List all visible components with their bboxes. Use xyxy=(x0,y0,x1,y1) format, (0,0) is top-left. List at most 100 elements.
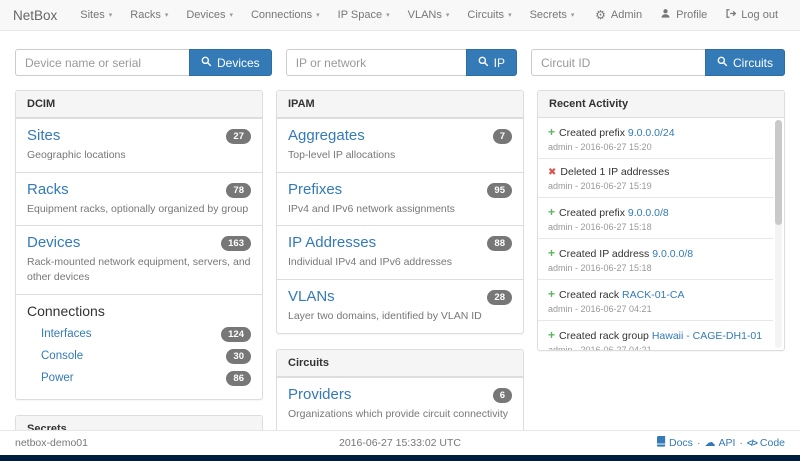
item-description: Layer two domains, identified by VLAN ID xyxy=(288,309,512,324)
circuit-search-input[interactable] xyxy=(531,49,705,76)
activity-text: ✖ Deleted 1 IP addresses xyxy=(548,166,769,178)
nav-item-logout[interactable]: Log out xyxy=(716,8,787,22)
nav-item-racks[interactable]: Racks ▾ xyxy=(121,9,177,21)
footer-link-label: API xyxy=(718,437,735,449)
code-link[interactable]: </> Code xyxy=(747,437,785,449)
nav-item-connections[interactable]: Connections ▾ xyxy=(242,9,329,21)
panel-title: DCIM xyxy=(16,91,262,118)
user-icon xyxy=(660,8,671,22)
panel-title: Recent Activity xyxy=(538,91,784,118)
ip-search-input[interactable] xyxy=(286,49,466,76)
panel-title: IPAM xyxy=(277,91,523,118)
devices-link[interactable]: Devices xyxy=(27,234,80,251)
activity-meta: admin - 2016-06-27 04:21 xyxy=(548,345,769,350)
search-ip-button[interactable]: IP xyxy=(466,49,517,76)
chevron-down-icon: ▾ xyxy=(316,11,320,19)
activity-scrollbar[interactable] xyxy=(775,120,782,348)
activity-meta: admin - 2016-06-27 15:18 xyxy=(548,263,769,273)
search-devices-button[interactable]: Devices xyxy=(189,49,272,76)
nav-item-secrets[interactable]: Secrets ▾ xyxy=(521,9,584,21)
activity-object-link[interactable]: RACK-01-CA xyxy=(622,289,684,301)
list-item-vlans: 28 VLANs Layer two domains, identified b… xyxy=(277,279,523,333)
plus-icon: + xyxy=(548,246,555,260)
prefixes-link[interactable]: Prefixes xyxy=(288,181,342,198)
list-item-aggregates: 7 Aggregates Top-level IP allocations xyxy=(277,118,523,172)
nav-item-admin[interactable]: ⚙ Admin xyxy=(586,9,651,21)
footer-hostname: netbox-demo01 xyxy=(15,437,88,449)
interfaces-link[interactable]: Interfaces xyxy=(41,328,92,340)
list-item-sites: 27 Sites Geographic locations xyxy=(16,118,262,172)
item-description: Rack-mounted network equipment, servers,… xyxy=(27,255,251,284)
search-icon xyxy=(201,56,212,70)
search-icon xyxy=(717,56,728,70)
delete-icon: ✖ xyxy=(548,167,556,178)
activity-text: +Created IP address 9.0.0.0/8 xyxy=(548,246,769,260)
aggregates-link[interactable]: Aggregates xyxy=(288,127,365,144)
nav-item-vlans[interactable]: VLANs ▾ xyxy=(399,9,459,21)
power-link[interactable]: Power xyxy=(41,372,74,384)
activity-object-link[interactable]: 9.0.0.0/8 xyxy=(628,207,669,219)
activity-meta: admin - 2016-06-27 15:18 xyxy=(548,222,769,232)
item-description: Individual IPv4 and IPv6 addresses xyxy=(288,255,512,270)
search-circuits-button[interactable]: Circuits xyxy=(705,49,785,76)
activity-object-link[interactable]: 9.0.0.0/8 xyxy=(652,248,693,260)
count-badge: 124 xyxy=(221,327,251,342)
chevron-down-icon: ▾ xyxy=(386,11,390,19)
chevron-down-icon: ▾ xyxy=(571,11,575,19)
nav-item-label: VLANs xyxy=(408,9,442,21)
racks-link[interactable]: Racks xyxy=(27,181,69,198)
separator-dot: · xyxy=(739,437,743,449)
activity-meta: admin - 2016-06-27 04:21 xyxy=(548,304,769,314)
activity-object-link[interactable]: Hawaii - CAGE-DH1-01 xyxy=(652,330,762,342)
footer: netbox-demo01 2016-06-27 15:33:02 UTC Do… xyxy=(0,430,800,455)
list-item-connections: Connections Interfaces 124 Console 30 Po… xyxy=(16,294,262,399)
scrollbar-thumb[interactable] xyxy=(775,120,782,225)
book-icon xyxy=(656,436,666,450)
activity-entry: +Created prefix 9.0.0.0/24 admin - 2016-… xyxy=(538,118,773,158)
ip-addresses-link[interactable]: IP Addresses xyxy=(288,234,376,251)
activity-object-link[interactable]: 9.0.0.0/24 xyxy=(628,127,675,139)
column-middle: IPAM 7 Aggregates Top-level IP allocatio… xyxy=(276,90,524,461)
providers-link[interactable]: Providers xyxy=(288,386,351,403)
activity-action: Deleted 1 IP addresses xyxy=(560,166,669,178)
api-link[interactable]: ☁ API xyxy=(704,437,735,449)
nav-item-label: Secrets xyxy=(530,9,567,21)
search-button-label: Circuits xyxy=(733,56,773,70)
navbar: NetBox Sites ▾ Racks ▾ Devices ▾ Connect… xyxy=(0,0,800,31)
brand-netbox[interactable]: NetBox xyxy=(13,8,57,23)
footer-link-label: Code xyxy=(760,437,785,449)
nav-item-label: Admin xyxy=(611,9,642,21)
count-badge: 163 xyxy=(221,236,251,251)
activity-action: Created rack group xyxy=(559,330,652,342)
count-badge: 7 xyxy=(493,129,512,144)
footer-link-label: Docs xyxy=(669,437,693,449)
separator-dot: · xyxy=(697,437,701,449)
device-search-input[interactable] xyxy=(15,49,189,76)
panel-ipam: IPAM 7 Aggregates Top-level IP allocatio… xyxy=(276,90,524,334)
nav-item-ip-space[interactable]: IP Space ▾ xyxy=(329,9,399,21)
panel-dcim: DCIM 27 Sites Geographic locations 78 Ra… xyxy=(15,90,263,400)
docs-link[interactable]: Docs xyxy=(656,436,693,450)
activity-text: +Created rack group Hawaii - CAGE-DH1-01 xyxy=(548,328,769,342)
sites-link[interactable]: Sites xyxy=(27,127,60,144)
nav-item-label: Connections xyxy=(251,9,312,21)
nav-item-circuits[interactable]: Circuits ▾ xyxy=(458,9,520,21)
console-link[interactable]: Console xyxy=(41,350,83,362)
activity-action: Created rack xyxy=(559,289,622,301)
nav-item-label: IP Space xyxy=(338,9,382,21)
nav-item-sites[interactable]: Sites ▾ xyxy=(71,9,121,21)
item-description: Top-level IP allocations xyxy=(288,148,512,163)
nav-item-profile[interactable]: Profile xyxy=(651,8,716,22)
circuit-search-group: Circuits xyxy=(531,49,785,76)
chevron-down-icon: ▾ xyxy=(446,11,450,19)
activity-action: Created prefix xyxy=(559,207,628,219)
connections-heading: Connections xyxy=(27,303,251,319)
plus-icon: + xyxy=(548,205,555,219)
item-description: Geographic locations xyxy=(27,148,251,163)
item-description: IPv4 and IPv6 network assignments xyxy=(288,202,512,217)
vlans-link[interactable]: VLANs xyxy=(288,288,335,305)
cloud-icon: ☁ xyxy=(704,438,715,449)
count-badge: 28 xyxy=(487,290,512,305)
activity-entry: ✖Deleted 1 IP addresses admin - 2016-06-… xyxy=(538,158,773,197)
nav-item-devices[interactable]: Devices ▾ xyxy=(177,9,242,21)
